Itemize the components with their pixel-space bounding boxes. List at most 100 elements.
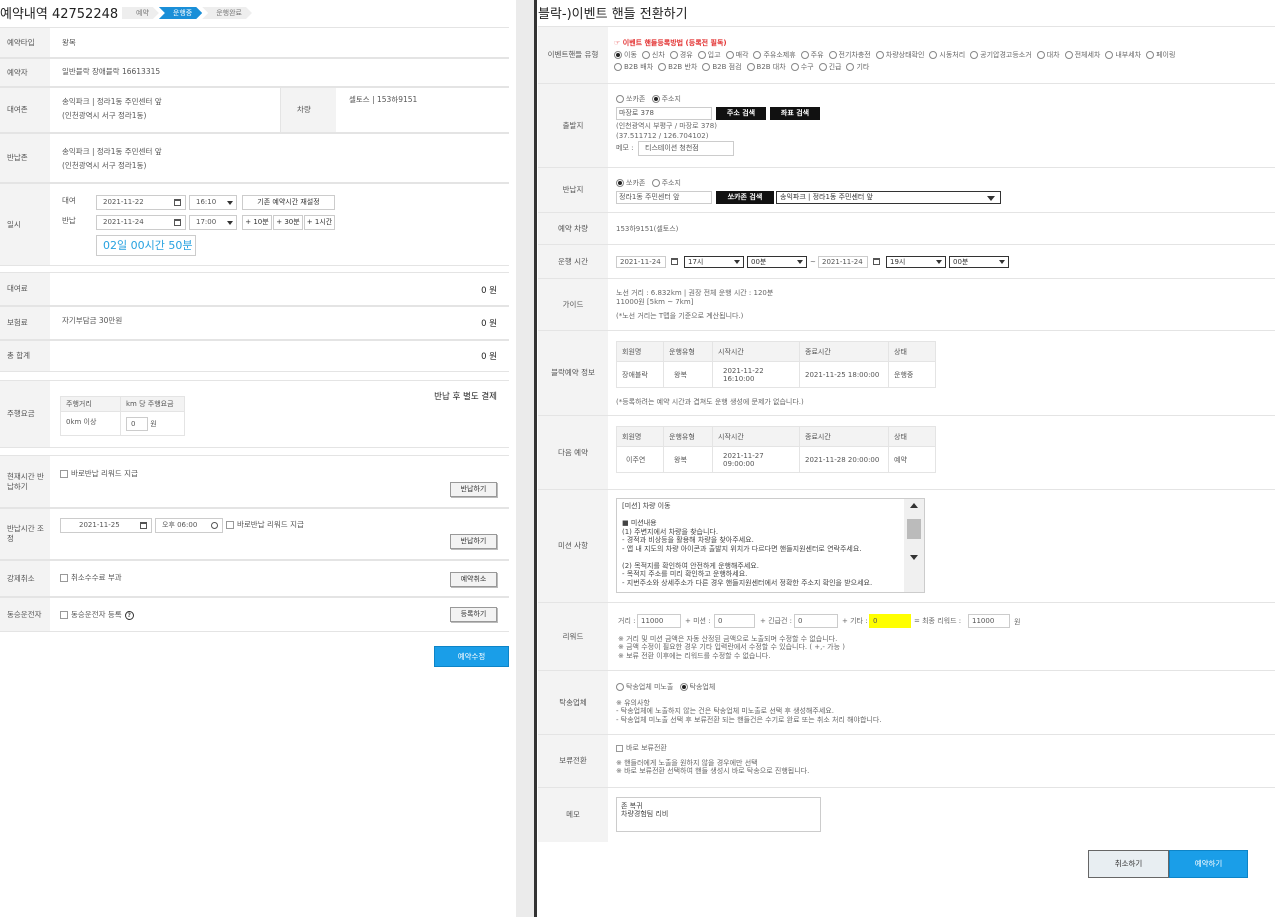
event-type-option[interactable]: 페이링 [1146,51,1175,59]
modify-reservation-button[interactable]: 예약수정 [434,646,509,667]
adjust-return-button[interactable]: 반납하기 [450,534,497,549]
radio-button[interactable] [800,51,809,59]
coordinate-search-button[interactable]: 좌표 검색 [770,107,820,120]
checkbox[interactable] [60,470,68,478]
start-address-input[interactable]: 마장로 378 [616,107,712,120]
add-10min-button[interactable]: + 10분 [242,215,272,230]
mission-reward-input[interactable]: 0 [714,614,755,628]
event-type-option[interactable]: 주유 [800,51,824,59]
radio-address[interactable] [651,179,660,187]
co-driver-row[interactable]: 동승운전자 등록? [60,609,134,621]
return-now-button[interactable]: 반납하기 [450,482,497,497]
from-date-input[interactable]: 2021-11-24 [616,256,666,268]
radio-button[interactable] [697,51,706,59]
cancel-reservation-button[interactable]: 예약취소 [450,572,497,587]
radio-button[interactable] [746,63,755,71]
event-type-option[interactable]: 긴급 [818,63,841,71]
reset-time-button[interactable]: 기존 예약시간 재설정 [242,195,335,210]
radio-carrier-hidden[interactable] [616,683,624,691]
radio-button[interactable] [702,63,711,71]
mission-textarea[interactable]: [미션] 차량 이동 ■ 미션내용 (1) 주변지에서 차량을 찾습니다. - … [616,498,925,593]
scrollbar[interactable] [904,499,924,592]
event-type-option[interactable]: B2B 대차 [746,63,786,71]
event-type-option[interactable]: 신차 [641,51,665,59]
memo-textarea[interactable]: 존 복귀 차량경험팀 리비 [616,797,821,832]
etc-reward-input[interactable]: 0 [869,614,911,628]
radio-zone[interactable] [616,179,624,187]
radio-button[interactable] [970,51,979,59]
final-reward-input[interactable]: 11000 [968,614,1010,628]
checkbox[interactable] [226,521,234,529]
radio-button[interactable] [725,51,734,59]
event-type-option[interactable]: 수구 [790,63,814,71]
event-type-option[interactable]: 주유소제휴 [753,51,796,59]
checkbox[interactable] [60,574,68,582]
radio-button[interactable] [929,51,938,59]
radio-button[interactable] [1036,51,1045,59]
radio-button[interactable] [753,51,762,59]
adjust-date-input[interactable]: 2021-11-25 [60,518,152,533]
to-minute-select[interactable]: 00분 [949,256,1009,268]
dist-reward-input[interactable]: 11000 [637,614,681,628]
hold-checkbox-row[interactable]: 바로 보류전환 [616,744,667,753]
reward-checkbox-row-2[interactable]: 바로반납 리워드 지급 [226,519,304,531]
event-type-option[interactable]: 공기압경고등소거 [970,51,1032,59]
radio-button[interactable] [1064,51,1073,59]
book-button[interactable]: 예약하기 [1169,850,1248,878]
radio-button[interactable] [641,51,650,59]
calendar-icon[interactable] [873,258,880,265]
rent-time-select[interactable]: 16:10 [189,195,237,210]
radio-button[interactable] [875,51,884,59]
radio-button[interactable] [614,63,622,71]
event-type-option[interactable]: 차량상태확인 [875,51,924,59]
return-time-select[interactable]: 17:00 [189,215,237,230]
scroll-up-icon[interactable] [910,503,918,508]
urgent-reward-input[interactable]: 0 [794,614,838,628]
register-co-driver-button[interactable]: 등록하기 [450,607,497,622]
start-memo-input[interactable]: 티스테이션 청천점 [638,141,734,156]
radio-button[interactable] [846,63,855,71]
radio-carrier[interactable] [679,683,688,691]
scroll-down-icon[interactable] [910,555,918,560]
zone-search-button[interactable]: 쏘카존 검색 [716,191,774,204]
from-hour-select[interactable]: 17시 [684,256,744,268]
radio-button[interactable] [818,63,827,71]
add-30min-button[interactable]: + 30분 [273,215,303,230]
to-date-input[interactable]: 2021-11-24 [818,256,868,268]
checkbox[interactable] [60,611,68,619]
event-type-option[interactable]: 입고 [697,51,721,59]
cancel-button[interactable]: 취소하기 [1088,850,1169,878]
event-type-option[interactable]: 이동 [614,51,637,59]
event-type-option[interactable]: 내부세차 [1105,51,1141,59]
event-type-option[interactable]: 대차 [1036,51,1060,59]
drive-rate-input[interactable]: 0 [126,416,148,431]
zone-select[interactable]: 송익파크 | 정라1동 주민센터 앞 [776,191,1001,204]
radio-address[interactable] [651,95,660,103]
radio-zone[interactable] [616,95,624,103]
event-type-option[interactable]: 시동처리 [929,51,965,59]
calendar-icon[interactable] [671,258,678,265]
rent-date-input[interactable]: 2021-11-22 [96,195,186,210]
radio-button[interactable] [1105,51,1114,59]
radio-button[interactable] [658,63,667,71]
radio-button[interactable] [614,51,622,59]
checkbox[interactable] [616,744,623,752]
add-1hour-button[interactable]: + 1시간 [304,215,335,230]
adjust-time-input[interactable]: 오후 06:00 [155,518,223,533]
return-zone-input[interactable]: 정라1동 주민센터 앞 [616,191,712,204]
address-search-button[interactable]: 주소 검색 [716,107,766,120]
from-minute-select[interactable]: 00분 [747,256,807,268]
event-type-option[interactable]: 전기차충전 [828,51,871,59]
radio-button[interactable] [669,51,678,59]
event-type-option[interactable]: 매각 [725,51,748,59]
event-warning-link[interactable]: ☞ 이벤트 핸들등록방법 (등록전 필독) [614,39,727,48]
radio-button[interactable] [828,51,837,59]
event-type-option[interactable]: 기타 [846,63,869,71]
event-type-option[interactable]: 경유 [669,51,693,59]
event-type-option[interactable]: B2B 반차 [658,63,697,71]
scroll-thumb[interactable] [907,519,921,539]
radio-button[interactable] [1146,51,1155,59]
to-hour-select[interactable]: 19시 [886,256,946,268]
return-date-input[interactable]: 2021-11-24 [96,215,186,230]
event-type-option[interactable]: 전체세차 [1064,51,1100,59]
